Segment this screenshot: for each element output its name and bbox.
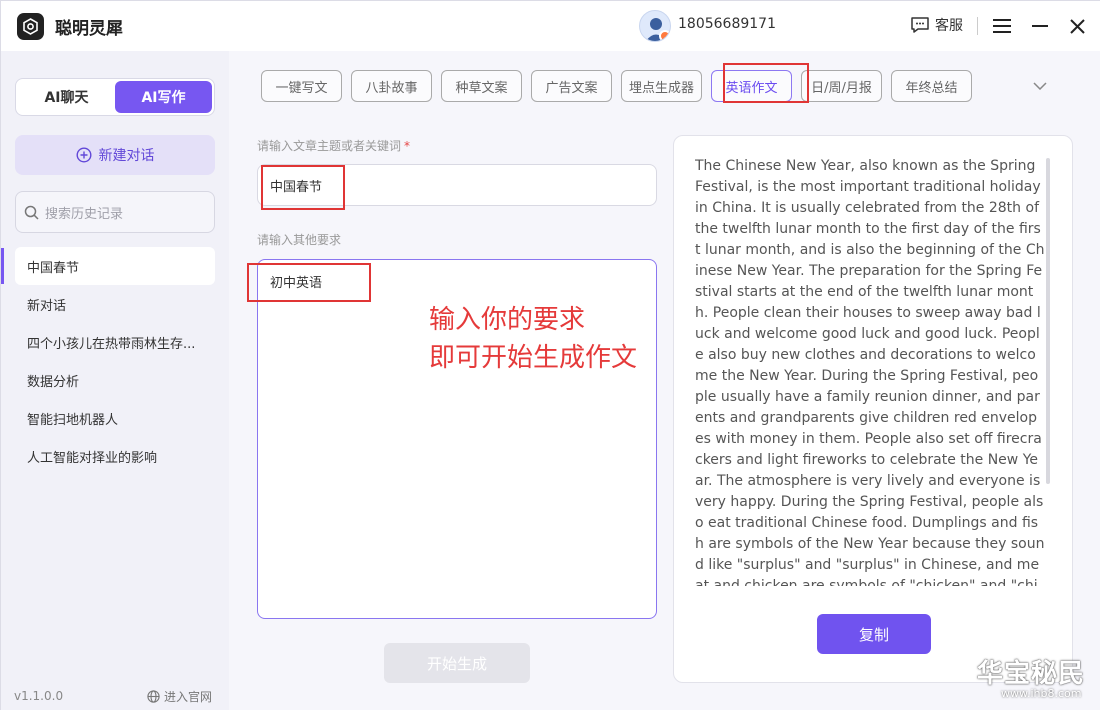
app-name: 聪明灵犀	[55, 19, 123, 39]
generate-button[interactable]: 开始生成	[384, 643, 530, 683]
output-scrollbar[interactable]	[1046, 158, 1050, 484]
mode-tab-ai-writing[interactable]: AI写作	[115, 81, 212, 113]
mode-tab-ai-chat[interactable]: AI聊天	[18, 81, 115, 113]
tab-product-recommendation[interactable]: 种草文案	[441, 70, 522, 102]
user-phone: 18056689171	[678, 16, 776, 32]
copy-button[interactable]: 复制	[817, 614, 931, 654]
watermark-url: www.ihb8.com	[1001, 687, 1082, 700]
annotation-line-2: 即可开始生成作文	[429, 343, 638, 373]
required-mark: *	[404, 139, 411, 153]
tab-ad-copy[interactable]: 广告文案	[531, 70, 612, 102]
tab-english-essay[interactable]: 英语作文	[711, 70, 792, 102]
website-link[interactable]: 进入官网	[147, 688, 212, 705]
active-history-marker	[1, 248, 4, 284]
new-chat-button[interactable]: 新建对话	[15, 135, 215, 175]
topic-label-text: 请输入文章主题或者关键词	[257, 139, 402, 153]
history-list: 中国春节 新对话 四个小孩儿在热带雨林生存... 数据分析 智能扫地机器人 人工…	[15, 247, 215, 475]
avatar[interactable]	[639, 10, 671, 42]
customer-service-label: 客服	[935, 18, 963, 34]
requirements-value: 初中英语	[270, 276, 323, 291]
new-chat-label: 新建对话	[98, 148, 155, 164]
website-label: 进入官网	[164, 690, 213, 704]
instruction-annotation: 输入你的要求 即可开始生成作文	[429, 301, 637, 377]
history-search-input[interactable]: 搜索历史记录	[15, 191, 215, 233]
chevron-down-icon	[1033, 82, 1047, 90]
version-label: v1.1.0.0	[14, 689, 64, 703]
topic-label: 请输入文章主题或者关键词 *	[257, 137, 410, 154]
app-logo-icon	[17, 13, 44, 40]
history-item[interactable]: 新对话	[15, 285, 215, 323]
globe-icon	[147, 690, 160, 703]
search-icon	[24, 205, 39, 220]
search-placeholder: 搜索历史记录	[45, 206, 124, 222]
history-item[interactable]: 数据分析	[15, 361, 215, 399]
mode-switch: AI聊天 AI写作	[15, 78, 215, 116]
more-tabs-button[interactable]	[1029, 75, 1051, 97]
title-bar: 聪明灵犀 18056689171 客服	[1, 1, 1100, 51]
customer-service-button[interactable]: 客服	[910, 15, 963, 35]
sidebar: AI聊天 AI写作 新建对话 搜索历史记录 中国春节 新对话 四个小孩儿在热带雨…	[1, 51, 229, 710]
generated-essay: The Chinese New Year, also known as the …	[695, 158, 1045, 586]
main-panel: 一键写文 八卦故事 种草文案 广告文案 埋点生成器 英语作文 日/周/月报 年终…	[229, 51, 1100, 710]
topic-input-value: 中国春节	[270, 179, 323, 195]
writing-type-tabs: 一键写文 八卦故事 种草文案 广告文案 埋点生成器 英语作文 日/周/月报 年终…	[261, 70, 972, 102]
topic-input[interactable]: 中国春节	[257, 164, 657, 206]
avatar-badge-icon	[659, 30, 670, 41]
menu-button[interactable]	[989, 13, 1015, 39]
watermark: 华宝秘民	[977, 659, 1086, 689]
history-item[interactable]: 四个小孩儿在热带雨林生存...	[15, 323, 215, 361]
chat-bubble-icon	[911, 17, 929, 33]
tab-reports[interactable]: 日/周/月报	[801, 70, 882, 102]
hamburger-icon	[993, 19, 1011, 33]
annotation-line-1: 输入你的要求	[429, 305, 586, 335]
history-item[interactable]: 人工智能对择业的影响	[15, 437, 215, 475]
minimize-button[interactable]	[1027, 13, 1053, 39]
tab-year-end-summary[interactable]: 年终总结	[891, 70, 972, 102]
tab-one-click-article[interactable]: 一键写文	[261, 70, 342, 102]
app-window: 聪明灵犀 18056689171 客服 AI聊天 AI写作 新建对话 搜索历史记…	[0, 0, 1100, 710]
titlebar-divider	[977, 17, 978, 35]
close-button[interactable]	[1064, 13, 1090, 39]
history-item[interactable]: 中国春节	[15, 247, 215, 285]
close-icon	[1069, 18, 1085, 34]
output-panel: The Chinese New Year, also known as the …	[673, 135, 1073, 683]
history-item[interactable]: 智能扫地机器人	[15, 399, 215, 437]
plus-circle-icon	[75, 147, 92, 163]
minimize-icon	[1032, 25, 1048, 27]
requirements-label: 请输入其他要求	[257, 233, 342, 247]
tab-gossip-story[interactable]: 八卦故事	[351, 70, 432, 102]
tab-tracking-generator[interactable]: 埋点生成器	[621, 70, 702, 102]
